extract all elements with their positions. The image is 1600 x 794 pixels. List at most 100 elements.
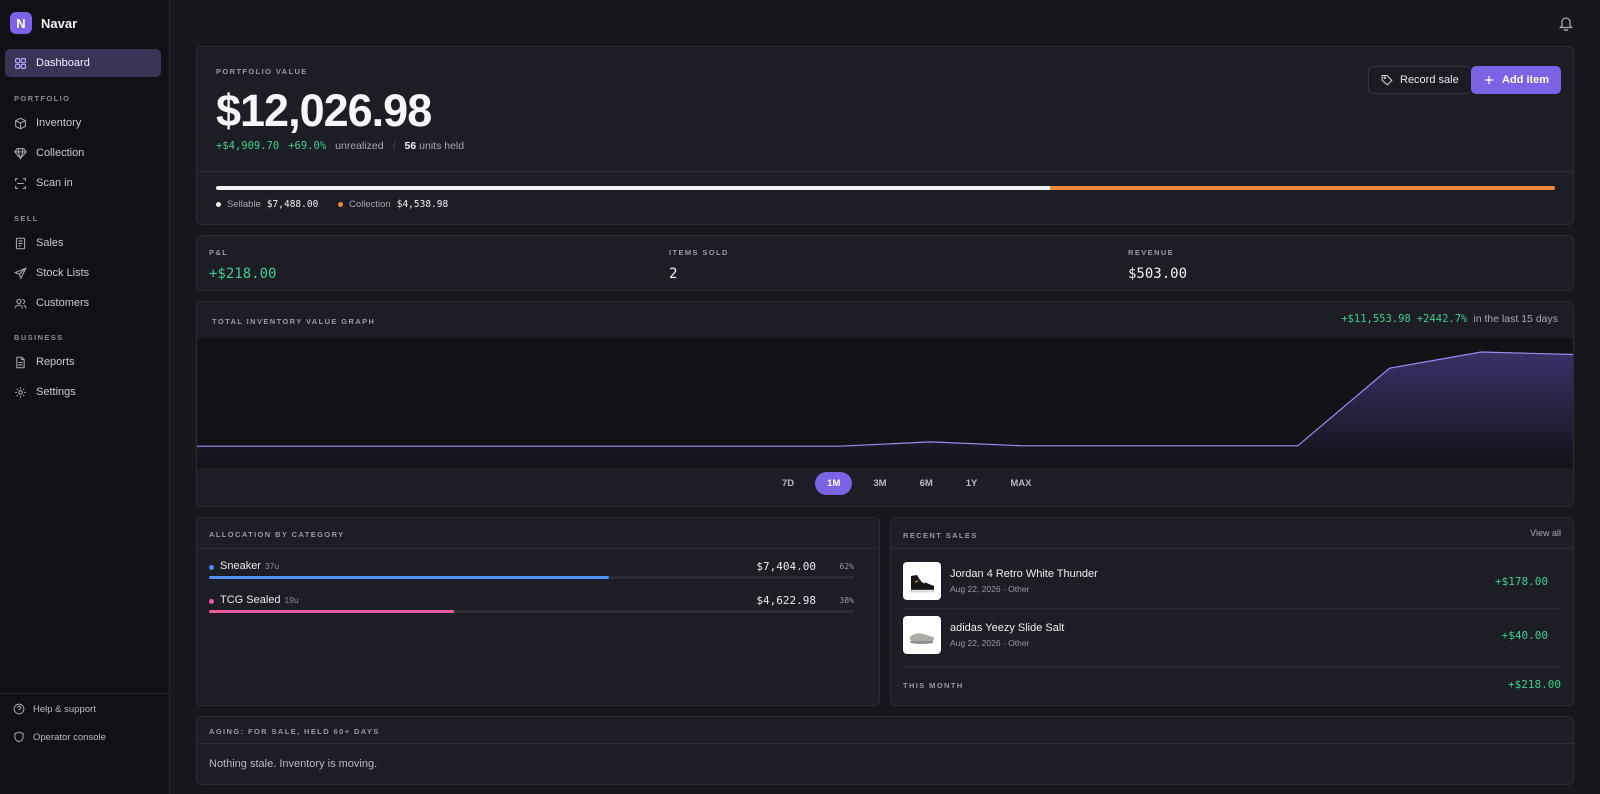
range-1m[interactable]: 1M	[815, 472, 853, 495]
tcg-name: TCG Sealed	[220, 594, 281, 606]
collection-value: $4,538.98	[396, 199, 449, 210]
sneaker-fill	[209, 576, 609, 579]
nav-customers-label: Customers	[36, 297, 90, 309]
value-split-bar	[216, 186, 1555, 190]
sales-divider-top	[891, 548, 1573, 549]
send-icon	[14, 266, 27, 280]
add-item-label: Add item	[1502, 74, 1550, 86]
slide-thumbnail	[903, 616, 941, 654]
sale-row[interactable]: adidas Yeezy Slide Salt Aug 22, 2026 · O…	[903, 616, 1548, 654]
range-1y[interactable]: 1Y	[954, 472, 990, 495]
nav-sales[interactable]: Sales	[5, 229, 161, 257]
sneaker-units: 37u	[264, 561, 280, 571]
brand[interactable]: N Navar	[10, 12, 77, 34]
nav-collection[interactable]: Collection	[5, 139, 161, 167]
operator-console-link[interactable]: Operator console	[13, 731, 106, 743]
unrealized-label: unrealized	[335, 140, 384, 152]
sidebar-footer: Help & support Operator console	[0, 693, 169, 743]
tcg-fill	[209, 610, 455, 613]
nav-settings-label: Settings	[36, 386, 76, 398]
sneaker-thumbnail	[903, 562, 941, 600]
graph-change-value: +$11,553.98	[1341, 313, 1411, 325]
plus-icon	[1484, 75, 1494, 85]
bell-icon[interactable]	[1558, 15, 1574, 31]
range-max[interactable]: MAX	[998, 472, 1043, 495]
sellable-value: $7,488.00	[266, 199, 319, 210]
receipt-icon	[15, 237, 26, 249]
revenue-value: $503.00	[1128, 266, 1188, 282]
nav-scan-in-label: Scan in	[36, 177, 73, 189]
legend-collection: Collection $4,538.98	[338, 199, 448, 210]
graph-change: +$11,553.98 +2442.7% in the last 15 days	[1341, 313, 1558, 325]
category-name-wrap: TCG Sealed 19u	[220, 594, 299, 606]
nav-stock-lists[interactable]: Stock Lists	[5, 259, 161, 287]
range-3m[interactable]: 3M	[861, 472, 898, 495]
nav-settings[interactable]: Settings	[5, 378, 161, 406]
range-selector: 7D 1M 3M 6M 1Y MAX	[770, 472, 1044, 495]
pnl-label: P&L	[209, 248, 229, 257]
pnl-value: +$218.00	[209, 266, 277, 282]
nav-dashboard[interactable]: Dashboard	[5, 49, 161, 77]
sneaker-value: $7,404.00	[756, 560, 816, 573]
tag-icon	[1381, 75, 1393, 86]
summary-separator: /	[392, 140, 396, 152]
help-support-label: Help & support	[33, 703, 96, 715]
range-7d[interactable]: 7D	[770, 472, 806, 495]
units-count: 56	[404, 140, 417, 152]
items-sold-value: 2	[669, 266, 678, 282]
nav-scan-in[interactable]: Scan in	[5, 169, 161, 197]
record-sale-label: Record sale	[1400, 74, 1459, 86]
tcg-units: 19u	[284, 595, 299, 605]
portfolio-gain: +$4,909.70	[216, 140, 280, 152]
revenue-label: REVENUE	[1128, 248, 1175, 257]
sale-item-meta: Aug 22, 2026 · Other	[950, 584, 1030, 594]
sneaker-pct: 62%	[839, 562, 854, 571]
graph-title: TOTAL INVENTORY VALUE GRAPH	[212, 317, 376, 326]
nav-inventory-label: Inventory	[36, 117, 82, 129]
app-name: Navar	[41, 15, 78, 31]
portfolio-card: PORTFOLIO VALUE $12,026.98 +$4,909.70 +6…	[196, 46, 1574, 225]
graph-card: TOTAL INVENTORY VALUE GRAPH +$11,553.98 …	[196, 301, 1574, 507]
help-support-link[interactable]: Help & support	[13, 703, 96, 715]
portfolio-value: $12,026.98	[216, 85, 432, 136]
recent-sales-title: RECENT SALES	[903, 531, 978, 540]
range-6m[interactable]: 6M	[908, 472, 945, 495]
tcg-track	[209, 610, 854, 613]
allocation-divider	[197, 548, 879, 549]
grid-icon	[15, 57, 26, 69]
sellable-segment	[216, 186, 1050, 190]
tcg-dot	[209, 599, 214, 604]
section-portfolio: PORTFOLIO	[14, 94, 71, 103]
add-item-button[interactable]: Add item	[1471, 66, 1562, 94]
nav-inventory[interactable]: Inventory	[5, 109, 161, 137]
nav-collection-label: Collection	[36, 147, 85, 159]
divider	[197, 171, 1573, 172]
shield-icon	[14, 731, 24, 743]
operator-console-label: Operator console	[33, 731, 106, 743]
nav-customers[interactable]: Customers	[5, 289, 161, 317]
collection-label: Collection	[349, 199, 391, 210]
category-name-wrap: Sneaker 37u	[220, 560, 279, 572]
sale-row[interactable]: Jordan 4 Retro White Thunder Aug 22, 202…	[903, 562, 1548, 600]
box-icon	[15, 117, 26, 129]
section-sell: SELL	[14, 214, 39, 223]
nav-reports-label: Reports	[36, 356, 75, 368]
graph-period: in the last 15 days	[1473, 313, 1558, 325]
sneaker-track	[209, 576, 854, 579]
record-sale-button[interactable]: Record sale	[1368, 66, 1472, 94]
tcg-pct: 38%	[839, 596, 854, 605]
nav-reports[interactable]: Reports	[5, 348, 161, 376]
tcg-value: $4,622.98	[756, 594, 816, 607]
sale-item-name: Jordan 4 Retro White Thunder	[950, 568, 1098, 580]
allocation-card: ALLOCATION BY CATEGORY Sneaker 37u $7,404…	[196, 517, 880, 706]
portfolio-summary: +$4,909.70 +69.0% unrealized / 56 units …	[216, 140, 464, 152]
users-icon	[14, 298, 27, 308]
stats-card: P&L +$218.00 ITEMS SOLD 2 REVENUE $503.0…	[196, 235, 1574, 291]
this-month-label: THIS MONTH	[903, 681, 964, 690]
sneaker-name: Sneaker	[220, 560, 261, 572]
scan-icon	[15, 177, 26, 189]
gem-icon	[14, 147, 27, 160]
sales-month-divider	[903, 666, 1561, 667]
portfolio-gain-pct: +69.0%	[288, 140, 327, 152]
view-all-link[interactable]: View all	[1530, 528, 1561, 538]
